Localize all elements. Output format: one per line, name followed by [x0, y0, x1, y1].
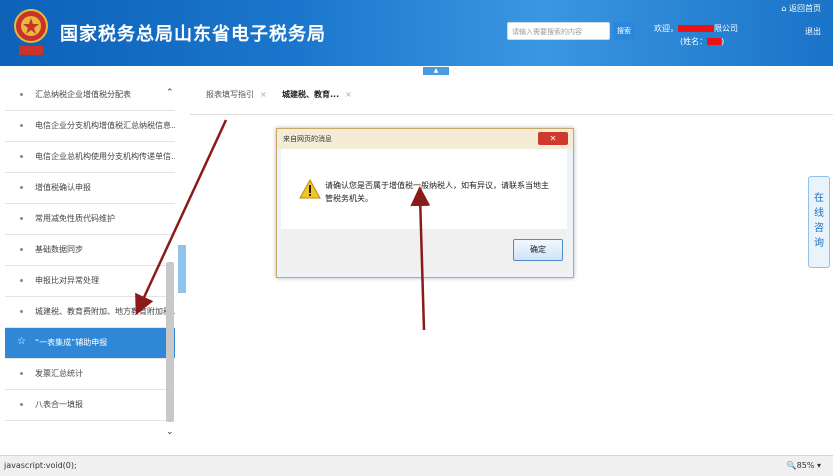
ok-button[interactable]: 确定	[513, 239, 563, 261]
browser-status-bar: javascript:void(0); 🔍85% ▾	[0, 455, 833, 476]
welcome-label: 欢迎，	[654, 24, 678, 33]
tab-urban-tax[interactable]: 城建税、教育... ×	[282, 89, 352, 100]
collapse-header-button[interactable]: ▲	[423, 67, 449, 75]
tab-label: 报表填写指引	[206, 90, 254, 99]
scroll-down-icon[interactable]: ⌄	[166, 427, 174, 437]
menu-item-label: 发票汇总统计	[35, 369, 83, 378]
sidebar-collapse-handle[interactable]	[178, 245, 186, 293]
status-text: javascript:void(0);	[4, 461, 77, 470]
name-suffix: )	[721, 37, 725, 46]
bullet-icon	[20, 279, 23, 282]
menu-item-label: 电信企业总机构使用分支机构传递单信...	[35, 152, 175, 161]
dialog-message: 请确认您是否属于增值税一般纳税人，如有异议，请联系当地主管税务机关。	[325, 181, 549, 203]
warning-icon	[299, 179, 321, 199]
menu-item[interactable]: 电信企业总机构使用分支机构传递单信...	[5, 142, 175, 173]
bullet-icon	[20, 186, 23, 189]
sidebar-menu: 汇总纳税企业增值税分配表 电信企业分支机构增值税汇总纳税信息... 电信企业总机…	[5, 80, 175, 452]
zoom-icon: 🔍	[786, 461, 797, 470]
site-title: 国家税务总局山东省电子税务局	[60, 24, 326, 45]
consult-label: 在线咨询	[814, 193, 824, 249]
menu-item[interactable]: 八表合一填报	[5, 390, 175, 421]
menu-item-label: 基础数据同步	[35, 245, 83, 254]
menu-item[interactable]: 增值税确认申报	[5, 173, 175, 204]
menu-item[interactable]: 汇总纳税企业增值税分配表	[5, 80, 175, 111]
tab-bar: 报表填写指引 × 城建税、教育... ×	[190, 80, 833, 115]
menu-item-label: 汇总纳税企业增值税分配表	[35, 90, 131, 99]
menu-item-label: “一表集成”辅助申报	[35, 338, 108, 347]
menu-item-active[interactable]: ☆ “一表集成”辅助申报	[5, 328, 175, 359]
menu-item-label: 申报比对异常处理	[35, 276, 99, 285]
online-consult-button[interactable]: 在线咨询	[808, 176, 830, 268]
menu-item[interactable]: 发票汇总统计	[5, 359, 175, 390]
menu-item[interactable]: 申报比对异常处理	[5, 266, 175, 297]
tax-emblem-icon	[14, 9, 48, 55]
sidebar-scrollbar[interactable]	[166, 262, 174, 422]
dialog-close-button[interactable]: ✕	[538, 132, 568, 145]
bullet-icon	[20, 372, 23, 375]
dialog-title: 来自网页的消息	[283, 135, 332, 143]
alert-dialog: 来自网页的消息 ✕ 请确认您是否属于增值税一般纳税人，如有异议，请联系当地主管税…	[276, 128, 574, 278]
tab-label: 城建税、教育...	[282, 90, 340, 99]
search-button[interactable]: 搜索	[613, 22, 635, 40]
welcome-text: 欢迎， 限公司 (姓名：)	[654, 22, 738, 48]
scroll-up-icon[interactable]: ⌃	[166, 88, 174, 98]
bullet-icon	[20, 93, 23, 96]
zoom-level[interactable]: 🔍85% ▾	[787, 461, 821, 470]
search-input[interactable]: 请输入需要搜索的内容	[507, 22, 610, 40]
bullet-icon	[20, 310, 23, 313]
header-bar: 国家税务总局山东省电子税务局 请输入需要搜索的内容 搜索 欢迎， 限公司 (姓名：…	[0, 0, 833, 66]
menu-item-label: 八表合一填报	[35, 400, 83, 409]
close-icon[interactable]: ×	[260, 90, 267, 99]
menu-item-label: 增值税确认申报	[35, 183, 91, 192]
bullet-icon	[20, 155, 23, 158]
star-icon: ☆	[17, 336, 26, 347]
name-label: (姓名：	[680, 37, 708, 46]
tab-report-guide[interactable]: 报表填写指引 ×	[206, 89, 267, 100]
home-link[interactable]: ⌂ 返回首页	[781, 3, 821, 14]
close-icon[interactable]: ×	[345, 90, 352, 99]
menu-item-label: 城建税、教育费附加、地方教育附加税...	[35, 307, 175, 316]
redacted-company	[678, 25, 714, 32]
bullet-icon	[20, 217, 23, 220]
bullet-icon	[20, 248, 23, 251]
company-suffix: 限公司	[714, 24, 738, 33]
menu-item[interactable]: 常用减免性质代码维护	[5, 204, 175, 235]
dialog-body: 请确认您是否属于增值税一般纳税人，如有异议，请联系当地主管税务机关。	[281, 149, 567, 229]
menu-item-label: 常用减免性质代码维护	[35, 214, 115, 223]
home-icon: ⌂	[781, 4, 787, 13]
menu-item-label: 电信企业分支机构增值税汇总纳税信息...	[35, 121, 175, 130]
bullet-icon	[20, 124, 23, 127]
bullet-icon	[20, 403, 23, 406]
menu-item[interactable]: 城建税、教育费附加、地方教育附加税...	[5, 297, 175, 328]
exit-link[interactable]: 退出	[805, 26, 821, 37]
home-link-label: 返回首页	[789, 4, 821, 13]
zoom-value: 85%	[796, 461, 815, 470]
redacted-name	[707, 38, 722, 45]
menu-item[interactable]: 基础数据同步	[5, 235, 175, 266]
menu-item[interactable]: 电信企业分支机构增值税汇总纳税信息...	[5, 111, 175, 142]
dialog-titlebar: 来自网页的消息 ✕	[277, 129, 573, 149]
